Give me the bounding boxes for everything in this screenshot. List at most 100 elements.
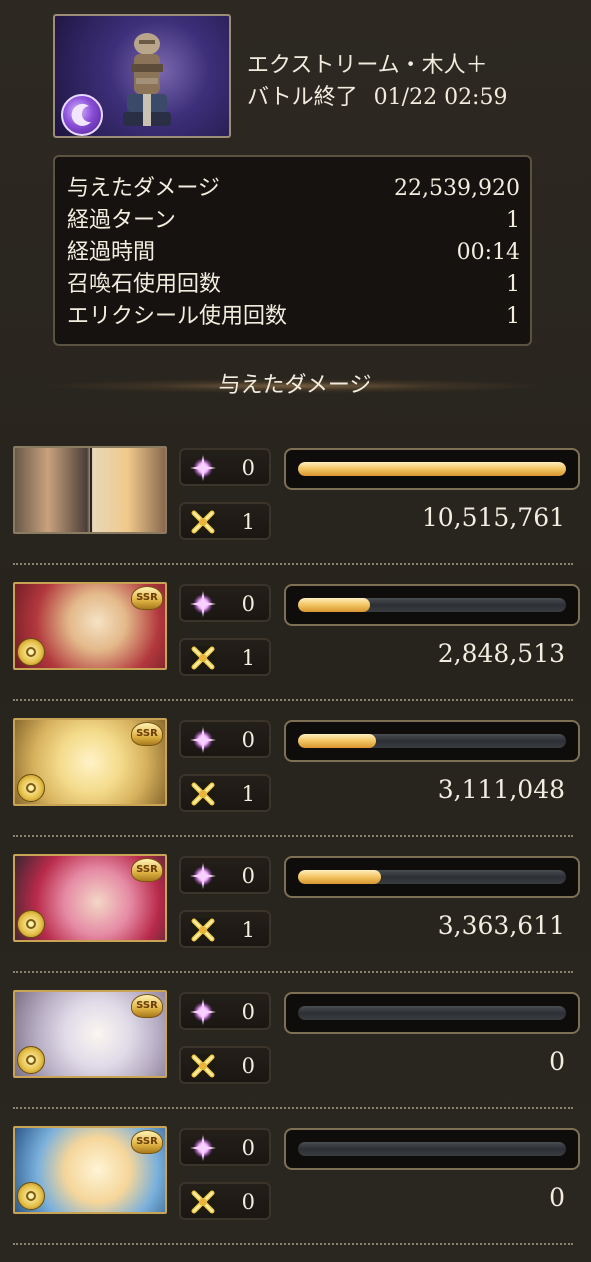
- wind-element-icon: [17, 774, 45, 802]
- damage-bar-track: [298, 734, 566, 748]
- crossed-swords-icon: [191, 1054, 215, 1078]
- ougi-count: 0: [241, 456, 255, 480]
- damage-bar: [284, 856, 580, 898]
- row-divider: [13, 971, 573, 973]
- training-dummy-icon: [123, 33, 171, 126]
- damage-bar-track: [298, 1142, 566, 1156]
- character-portrait[interactable]: SSR: [13, 582, 167, 670]
- skill-count: 0: [241, 1190, 255, 1214]
- character-row-3: SSR 0 1 3,111,048: [0, 718, 591, 854]
- row-divider: [13, 1243, 573, 1245]
- skill-count: 1: [241, 782, 255, 806]
- enemy-thumbnail[interactable]: [53, 14, 231, 138]
- ougi-count: 0: [241, 864, 255, 888]
- summary-row-total-damage: 与えたダメージ 22,539,920: [67, 173, 520, 205]
- skill-counter: 1: [179, 910, 271, 948]
- summary-row-elapsed-time: 経過時間 00:14: [67, 237, 520, 269]
- skill-counter: 1: [179, 638, 271, 676]
- ougi-count: 0: [241, 728, 255, 752]
- crossed-swords-icon: [191, 1190, 215, 1214]
- row-divider: [13, 699, 573, 701]
- battle-header: エクストリーム・木人＋ バトル終了 01/22 02:59: [53, 14, 533, 140]
- damage-bar-track: [298, 870, 566, 884]
- summary-label: エリクシール使用回数: [67, 304, 288, 329]
- sparkle-icon: [190, 727, 216, 753]
- damage-bar-fill: [298, 734, 376, 748]
- character-row-6: SSR 0 0 0: [0, 1126, 591, 1262]
- row-divider: [13, 1107, 573, 1109]
- character-portrait[interactable]: SSR: [13, 1126, 167, 1214]
- skill-counter: 1: [179, 502, 271, 540]
- character-portrait[interactable]: SSR: [13, 854, 167, 942]
- enemy-element-orb: [61, 94, 103, 136]
- damage-bar-track: [298, 598, 566, 612]
- battle-status: バトル終了: [247, 85, 358, 110]
- crescent-icon: [71, 103, 91, 126]
- rarity-badge: SSR: [131, 994, 163, 1018]
- ougi-counter: 0: [179, 448, 271, 486]
- ougi-count: 0: [241, 1136, 255, 1160]
- sparkle-icon: [190, 591, 216, 617]
- skill-count: 0: [241, 1054, 255, 1078]
- summary-label: 召喚石使用回数: [67, 272, 222, 297]
- ougi-counter: 0: [179, 856, 271, 894]
- battle-status-line: バトル終了 01/22 02:59: [247, 82, 507, 114]
- rarity-badge: SSR: [131, 722, 163, 746]
- character-portrait[interactable]: SSR: [13, 990, 167, 1078]
- wind-element-icon: [17, 1182, 45, 1210]
- ougi-counter: 0: [179, 1128, 271, 1166]
- row-divider: [13, 835, 573, 837]
- damage-bar-track: [298, 1006, 566, 1020]
- sparkle-icon: [190, 999, 216, 1025]
- skill-count: 1: [241, 510, 255, 534]
- wind-element-icon: [17, 910, 45, 938]
- sparkle-icon: [190, 863, 216, 889]
- damage-bar: [284, 1128, 580, 1170]
- row-divider: [13, 563, 573, 565]
- character-portrait[interactable]: [13, 446, 167, 534]
- rarity-badge: SSR: [131, 1130, 163, 1154]
- damage-bar: [284, 584, 580, 626]
- character-damage-value: 10,515,761: [421, 503, 565, 532]
- sparkle-icon: [190, 1135, 216, 1161]
- skill-counter: 0: [179, 1182, 271, 1220]
- ougi-counter: 0: [179, 584, 271, 622]
- summary-row-turns: 経過ターン 1: [67, 205, 520, 237]
- battle-timestamp: 01/22 02:59: [373, 85, 508, 110]
- sparkle-icon: [190, 455, 216, 481]
- character-damage-value: 2,848,513: [437, 639, 565, 668]
- wind-element-icon: [17, 1046, 45, 1074]
- damage-bar-fill: [298, 598, 371, 612]
- character-row-5: SSR 0 0 0: [0, 990, 591, 1126]
- section-title-damage: 与えたダメージ: [40, 366, 550, 406]
- summary-value: 00:14: [456, 240, 520, 265]
- damage-bar-fill: [298, 870, 382, 884]
- summary-label: 経過ターン: [67, 208, 176, 233]
- ougi-counter: 0: [179, 992, 271, 1030]
- quest-name: エクストリーム・木人＋: [247, 53, 488, 78]
- summary-value: 1: [506, 304, 520, 329]
- skill-count: 1: [241, 918, 255, 942]
- damage-bar-fill: [298, 462, 566, 476]
- summary-value: 1: [506, 208, 520, 233]
- skill-counter: 0: [179, 1046, 271, 1084]
- crossed-swords-icon: [191, 646, 215, 670]
- skill-count: 1: [241, 646, 255, 670]
- character-row-2: SSR 0 1 2,848,513: [0, 582, 591, 718]
- crossed-swords-icon: [191, 782, 215, 806]
- summary-label: 与えたダメージ: [67, 176, 220, 201]
- ougi-counter: 0: [179, 720, 271, 758]
- summary-label: 経過時間: [67, 240, 156, 265]
- crossed-swords-icon: [191, 918, 215, 942]
- summary-value: 1: [506, 272, 520, 297]
- rarity-badge: SSR: [131, 858, 163, 882]
- wind-element-icon: [17, 638, 45, 666]
- battle-result-page: エクストリーム・木人＋ バトル終了 01/22 02:59 与えたダメージ 22,…: [0, 0, 591, 1245]
- character-damage-value: 3,111,048: [437, 775, 565, 804]
- damage-bar: [284, 448, 580, 490]
- character-portrait[interactable]: SSR: [13, 718, 167, 806]
- rarity-badge: SSR: [131, 586, 163, 610]
- character-damage-value: 0: [549, 1047, 565, 1076]
- character-row-4: SSR 0 1 3,363,611: [0, 854, 591, 990]
- portrait-divider: [90, 448, 92, 532]
